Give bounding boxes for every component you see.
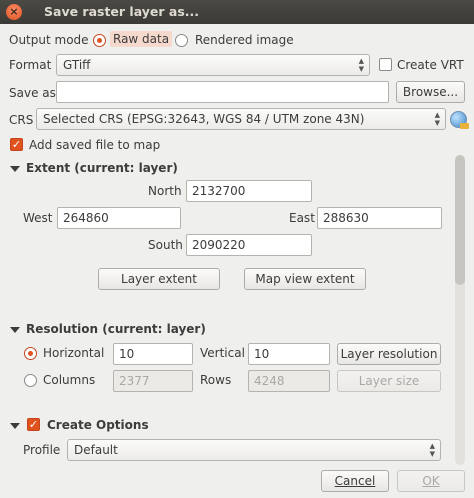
options-panel: Extent (current: layer) North 2132700 We…: [0, 155, 452, 465]
combo-arrows-icon: ▲ ▼: [434, 111, 440, 127]
profile-label: Profile: [23, 443, 61, 457]
profile-value: Default: [74, 443, 118, 457]
save-as-input[interactable]: [56, 81, 389, 103]
west-input[interactable]: 264860: [57, 207, 181, 229]
format-label: Format: [9, 58, 52, 72]
rows-label: Rows: [200, 373, 232, 387]
map-view-extent-button[interactable]: Map view extent: [244, 268, 366, 290]
raw-data-radio[interactable]: [93, 34, 106, 47]
vertical-label: Vertical: [200, 346, 245, 360]
crs-selector-globe-icon[interactable]: [450, 111, 469, 129]
cancel-label: Cancel: [334, 474, 376, 488]
raw-data-label[interactable]: Raw data: [110, 31, 173, 47]
create-options-section-title[interactable]: Create Options: [47, 417, 149, 433]
crs-label: CRS: [9, 113, 34, 127]
layer-resolution-button[interactable]: Layer resolution: [337, 343, 441, 365]
output-mode-label: Output mode: [9, 33, 89, 47]
crs-value: Selected CRS (EPSG:32643, WGS 84 / UTM z…: [43, 112, 365, 126]
format-combo[interactable]: GTiff ▲ ▼: [56, 54, 370, 76]
columns-label: Columns: [43, 373, 96, 387]
title-bar: × Save raster layer as...: [0, 0, 474, 24]
panel-scrollbar[interactable]: [455, 155, 465, 465]
horizontal-input[interactable]: 10: [113, 343, 193, 365]
resolution-collapse-icon[interactable]: [10, 327, 20, 333]
rendered-image-label[interactable]: Rendered image: [195, 32, 294, 48]
horizontal-radio[interactable]: [24, 347, 37, 360]
columns-input: 2377: [113, 370, 193, 392]
ok-label: OK: [422, 474, 440, 488]
extent-section-title[interactable]: Extent (current: layer): [26, 160, 178, 176]
create-options-collapse-icon[interactable]: [10, 423, 20, 429]
layer-size-button: Layer size: [337, 370, 441, 392]
cancel-button[interactable]: Cancel: [321, 470, 389, 492]
window-title: Save raster layer as...: [44, 4, 200, 19]
scrollbar-thumb[interactable]: [455, 155, 465, 285]
horizontal-label: Horizontal: [43, 346, 105, 360]
create-vrt-checkbox[interactable]: [379, 58, 392, 71]
create-vrt-label: Create VRT: [397, 58, 464, 72]
north-input[interactable]: 2132700: [186, 180, 312, 202]
combo-arrows-icon: ▲ ▼: [429, 442, 435, 458]
create-options-checkbox[interactable]: ✓: [27, 418, 40, 431]
west-label: West: [23, 211, 53, 225]
profile-combo[interactable]: Default ▲ ▼: [67, 439, 441, 461]
add-to-map-label: Add saved file to map: [29, 138, 161, 152]
layer-extent-button[interactable]: Layer extent: [98, 268, 220, 290]
south-label: South: [148, 238, 183, 252]
save-as-label: Save as: [9, 86, 56, 100]
rendered-image-radio[interactable]: [175, 34, 188, 47]
add-to-map-checkbox[interactable]: ✓: [10, 138, 23, 151]
east-label: East: [289, 211, 315, 225]
extent-collapse-icon[interactable]: [10, 166, 20, 172]
north-label: North: [148, 184, 182, 198]
columns-radio[interactable]: [24, 374, 37, 387]
ok-button: OK: [397, 470, 465, 492]
resolution-section-title[interactable]: Resolution (current: layer): [26, 321, 206, 337]
combo-arrows-icon: ▲ ▼: [358, 57, 364, 73]
browse-button[interactable]: Browse...: [396, 81, 465, 103]
vertical-input[interactable]: 10: [248, 343, 330, 365]
rows-input: 4248: [248, 370, 330, 392]
close-icon[interactable]: ×: [6, 4, 22, 20]
south-input[interactable]: 2090220: [186, 234, 312, 256]
format-value: GTiff: [63, 58, 91, 72]
crs-combo[interactable]: Selected CRS (EPSG:32643, WGS 84 / UTM z…: [36, 108, 446, 130]
east-input[interactable]: 288630: [317, 207, 442, 229]
